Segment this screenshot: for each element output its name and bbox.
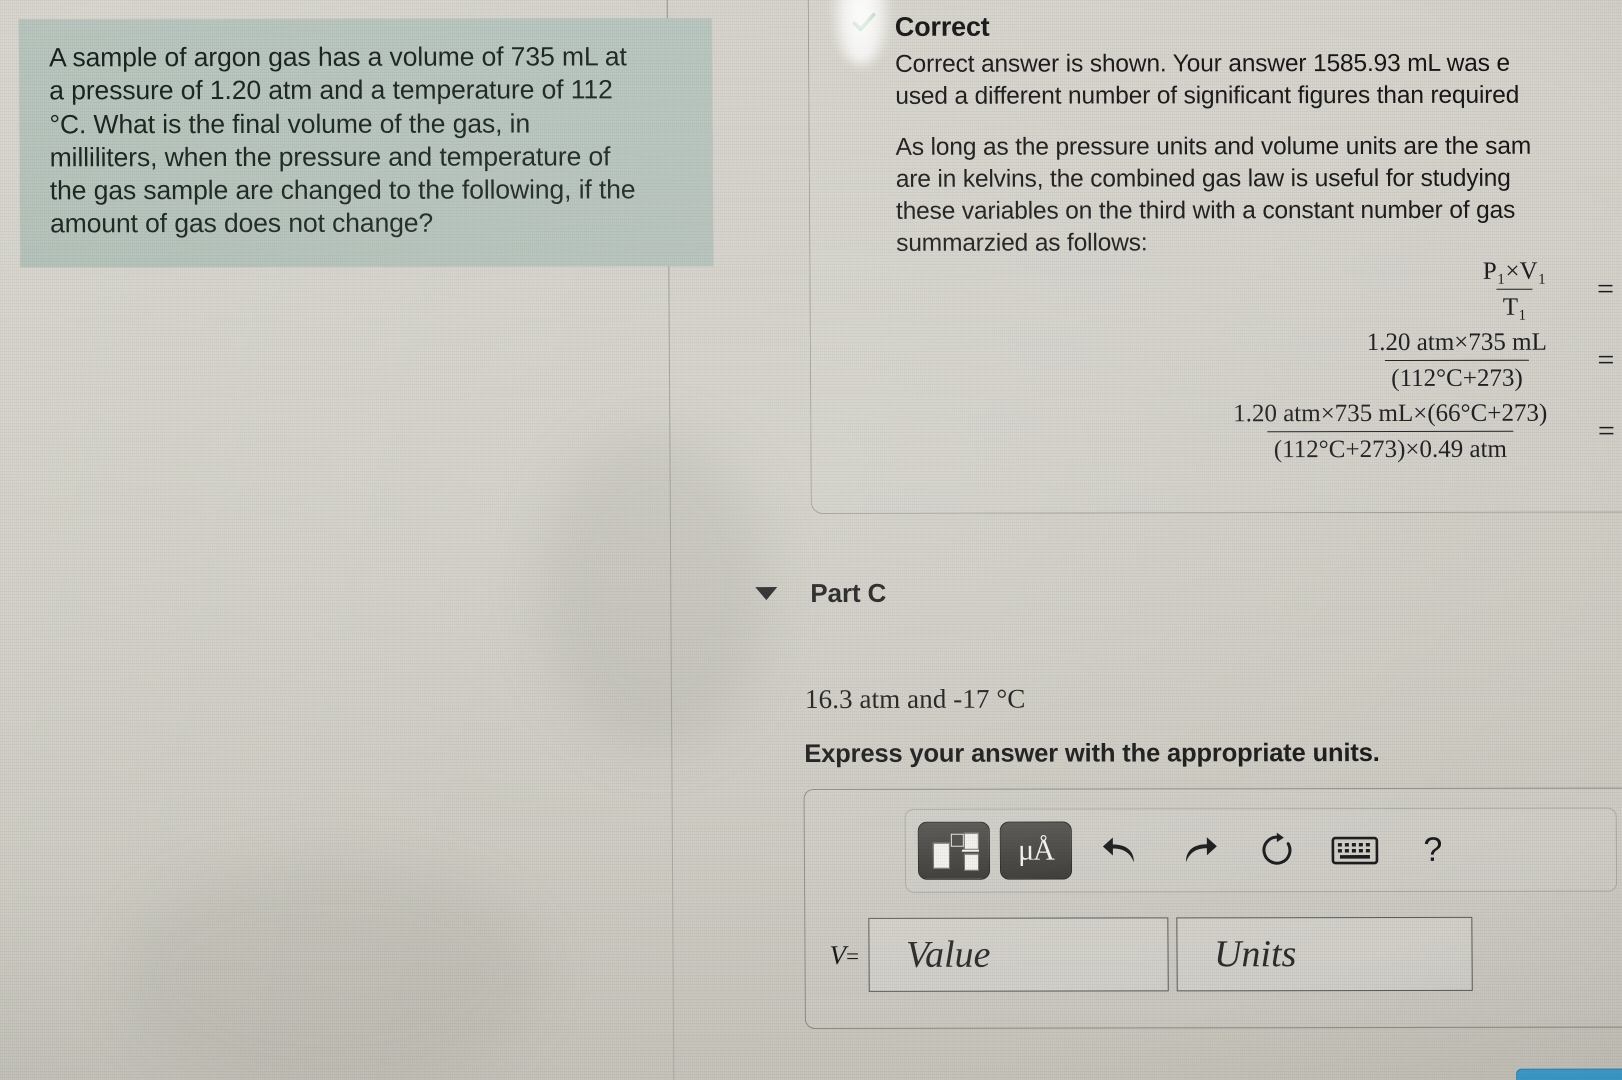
green-check-icon — [852, 12, 876, 32]
feedback-explanation-line: As long as the pressure units and volume… — [895, 133, 1532, 162]
fraction-denominator: (112°C+273)×0.49 atm — [1267, 430, 1514, 465]
question-line: A sample of argon gas has a volume of 73… — [48, 41, 627, 73]
document-content: A sample of argon gas has a volume of 73… — [0, 0, 1622, 1080]
variable-name: V — [829, 939, 847, 970]
equation-row: P₁×V₁ T₁ = — [1068, 257, 1622, 323]
fraction-denominator: (112°C+273) — [1385, 359, 1529, 393]
answer-toolbar: μÅ ? — [904, 807, 1618, 893]
equals-sign: = — [845, 943, 860, 969]
reset-button[interactable] — [1238, 822, 1316, 878]
equals-sign: = — [1596, 272, 1615, 306]
equals-sign: = — [1597, 343, 1615, 377]
redo-button[interactable] — [1160, 822, 1238, 878]
equals-sign: = — [1597, 414, 1615, 448]
keyboard-icon — [1331, 836, 1379, 865]
feedback-status-title: Correct — [894, 11, 990, 42]
answer-input-row: V= Value Units — [829, 916, 1474, 992]
reset-icon — [1262, 832, 1292, 865]
part-c-header[interactable]: Part C — [755, 578, 886, 609]
undo-button[interactable] — [1082, 822, 1160, 878]
units-button-label: μÅ — [1017, 833, 1054, 867]
equation-stack: P₁×V₁ T₁ = 1.20 atm×735 mL (112°C+273) =… — [1068, 257, 1622, 471]
question-line: the gas sample are changed to the follow… — [49, 174, 636, 206]
question-line: a pressure of 1.20 atm and a temperature… — [49, 74, 613, 106]
feedback-answer-line-2: used a different number of significant f… — [895, 81, 1520, 110]
fraction-numerator: 1.20 atm×735 mL — [1366, 328, 1547, 357]
part-c-instruction: Express your answer with the appropriate… — [804, 739, 1380, 769]
redo-icon — [1185, 837, 1217, 863]
feedback-answer-line: Correct answer is shown. Your answer 158… — [895, 48, 1622, 113]
feedback-explanation-line: are in kelvins, the combined gas law is … — [895, 164, 1511, 194]
undo-icon — [1102, 837, 1134, 863]
variable-label: V= — [829, 939, 859, 970]
answer-column: Correct Correct answer is shown. Your an… — [667, 0, 1622, 1080]
equation-row: 1.20 atm×735 mL×(66°C+273) (112°C+273)×0… — [1069, 399, 1622, 465]
part-c-title: Part C — [810, 577, 887, 609]
screenshot-root: A sample of argon gas has a volume of 73… — [0, 0, 1622, 1080]
question-line: milliliters, when the pressure and tempe… — [49, 141, 611, 173]
units-placeholder: Units — [1213, 933, 1297, 976]
fraction-numerator: 1.20 atm×735 mL×(66°C+273) — [1233, 399, 1548, 428]
feedback-explanation-line: these variables on the third with a cons… — [895, 196, 1516, 225]
submit-button[interactable] — [1516, 1068, 1622, 1080]
keyboard-button[interactable] — [1316, 822, 1394, 878]
question-prompt-box: A sample of argon gas has a volume of 73… — [18, 18, 714, 267]
feedback-explanation-line: summarzied as follows: — [896, 229, 1148, 257]
part-c-condition: 16.3 atm and -17 °C — [804, 683, 1026, 715]
question-line: °C. What is the final volume of the gas,… — [49, 107, 531, 139]
help-button[interactable]: ? — [1394, 822, 1472, 878]
fraction: P₁×V₁ T₁ — [1477, 257, 1553, 322]
answer-widget: μÅ ? V= Value Units — [803, 787, 1622, 1030]
question-line: amount of gas does not change? — [49, 207, 434, 239]
units-button[interactable]: μÅ — [999, 821, 1073, 880]
fraction-denominator: T₁ — [1496, 288, 1533, 322]
math-template-icon — [932, 832, 980, 871]
chevron-down-icon[interactable] — [755, 587, 778, 601]
value-input[interactable]: Value — [868, 917, 1170, 992]
fraction-numerator: P₁×V₁ — [1482, 257, 1547, 285]
feedback-answer-line-1: Correct answer is shown. Your answer 158… — [895, 49, 1511, 78]
value-placeholder: Value — [905, 933, 991, 976]
feedback-content: Correct Correct answer is shown. Your an… — [895, 11, 1622, 280]
fraction: 1.20 atm×735 mL×(66°C+273) (112°C+273)×0… — [1227, 399, 1553, 465]
equation-row: 1.20 atm×735 mL (112°C+273) = — [1069, 328, 1622, 394]
fraction: 1.20 atm×735 mL (112°C+273) — [1361, 328, 1553, 393]
question-text: A sample of argon gas has a volume of 73… — [49, 40, 685, 241]
feedback-explanation: As long as the pressure units and volume… — [896, 131, 1622, 259]
math-template-button[interactable] — [917, 821, 991, 880]
units-input[interactable]: Units — [1176, 916, 1474, 992]
